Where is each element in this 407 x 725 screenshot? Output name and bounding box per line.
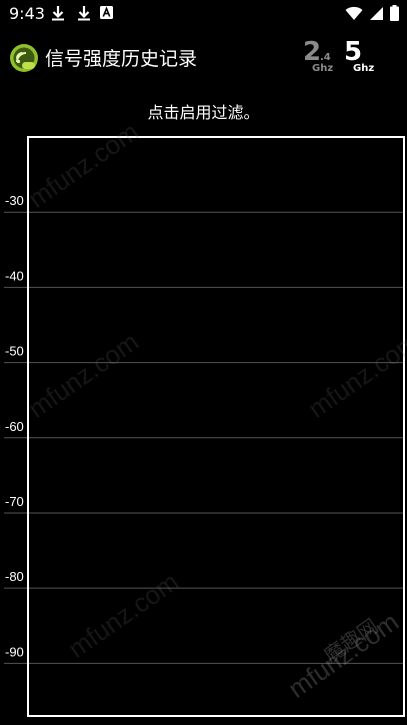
y-tick-label: -80 bbox=[5, 569, 24, 584]
system-icons bbox=[345, 5, 399, 21]
page-title: 信号强度历史记录 bbox=[45, 48, 198, 70]
band-decimal: .4 bbox=[320, 52, 331, 63]
signal-history-chart[interactable]: -30 -40 -50 -60 -70 -80 -90 bbox=[0, 130, 407, 725]
signal-icon bbox=[369, 6, 384, 21]
a-app-icon bbox=[100, 6, 113, 19]
band-unit: Ghz bbox=[312, 63, 334, 74]
download-icon bbox=[51, 5, 65, 21]
band-unit: Ghz bbox=[353, 63, 375, 74]
status-bar: 9:43 bbox=[0, 0, 407, 28]
y-tick-label: -50 bbox=[5, 344, 24, 359]
wifi-icon bbox=[345, 6, 363, 21]
y-tick-label: -60 bbox=[5, 419, 24, 434]
download-icon bbox=[77, 5, 91, 21]
band-2-4ghz-button[interactable]: 2 .4 Ghz bbox=[300, 37, 340, 75]
battery-icon bbox=[390, 5, 399, 21]
y-tick-label: -30 bbox=[5, 193, 24, 208]
status-time: 9:43 bbox=[9, 4, 45, 23]
y-tick-label: -90 bbox=[5, 644, 24, 659]
y-tick-label: -40 bbox=[5, 268, 24, 283]
filter-hint[interactable]: 点击启用过滤。 bbox=[0, 99, 407, 123]
chart-background bbox=[0, 130, 407, 725]
y-tick-label: -70 bbox=[5, 494, 24, 509]
app-bar: 信号强度历史记录 2 .4 Ghz 5 Ghz bbox=[0, 36, 407, 78]
wifi-app-logo-icon bbox=[9, 43, 39, 73]
band-5ghz-button[interactable]: 5 Ghz bbox=[340, 37, 380, 75]
